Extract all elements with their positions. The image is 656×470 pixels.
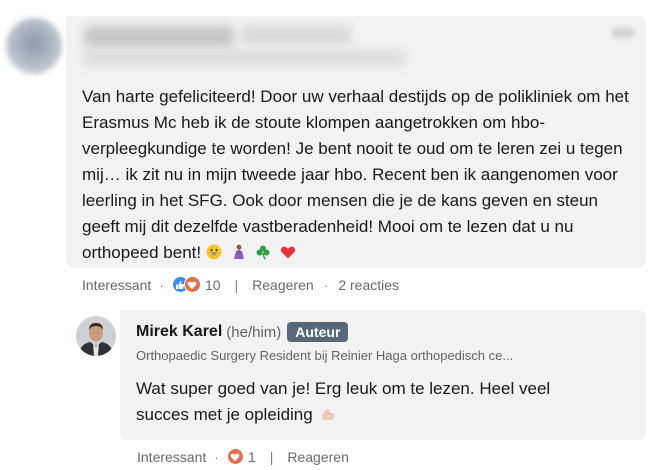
reply-button[interactable]: Reageren [252, 277, 314, 293]
grinning-face-icon [206, 244, 222, 260]
author-badge: Auteur [287, 322, 349, 342]
reply-author-pronouns: (he/him) [226, 323, 282, 341]
reply-text: Wat super goed van je! Erg leuk om te le… [136, 379, 551, 424]
shamrock-icon [256, 245, 270, 260]
separator-dot: · [323, 276, 329, 293]
commenter-name-blurred[interactable] [84, 26, 234, 48]
commenter-avatar[interactable] [6, 18, 62, 74]
profile-photo-icon [76, 316, 116, 356]
replies-count-link[interactable]: 2 reacties [338, 277, 399, 293]
reply-avatar[interactable] [76, 316, 116, 356]
more-options-icon[interactable] [612, 28, 634, 38]
comment-bubble: Van harte gefeliciteerd! Door uw verhaal… [66, 16, 646, 268]
reply-author-name[interactable]: Mirek Karel [136, 323, 222, 341]
separator-pipe: | [269, 448, 274, 465]
reply-bubble: Mirek Karel (he/him) Auteur Orthopaedic … [120, 310, 646, 440]
interesting-button[interactable]: Interessant [82, 277, 151, 293]
reply-body: Wat super goed van je! Erg leuk om te le… [136, 376, 606, 428]
commenter-headline-blurred [84, 50, 404, 66]
reply-interesting-button[interactable]: Interessant [137, 449, 206, 465]
person-praying-icon [233, 244, 244, 259]
flexed-biceps-icon [322, 408, 335, 421]
love-reaction-icon [183, 276, 201, 293]
love-reaction-icon [226, 448, 244, 465]
reply-header: Mirek Karel (he/him) Auteur [136, 322, 349, 342]
reactions-count[interactable]: 10 [205, 277, 221, 293]
reply-actions: Interessant · 1 | Reageren [137, 448, 349, 465]
reply-author-headline: Orthopaedic Surgery Resident bij Reinier… [136, 348, 514, 363]
reply-reactions-count[interactable]: 1 [248, 449, 256, 465]
red-heart-icon [280, 246, 296, 259]
reply-reactions-summary[interactable] [226, 448, 244, 465]
comment-actions: Interessant · 10 | Reageren · 2 reacties [82, 276, 399, 293]
separator-dot: · [214, 448, 219, 465]
commenter-degree-blurred [241, 26, 351, 44]
separator-pipe: | [234, 276, 239, 293]
comment-body: Van harte gefeliciteerd! Door uw verhaal… [82, 84, 638, 266]
separator-dot: · [159, 276, 164, 293]
reactions-summary[interactable] [171, 276, 201, 293]
reply-reply-button[interactable]: Reageren [287, 449, 349, 465]
comment-text: Van harte gefeliciteerd! Door uw verhaal… [82, 87, 629, 262]
